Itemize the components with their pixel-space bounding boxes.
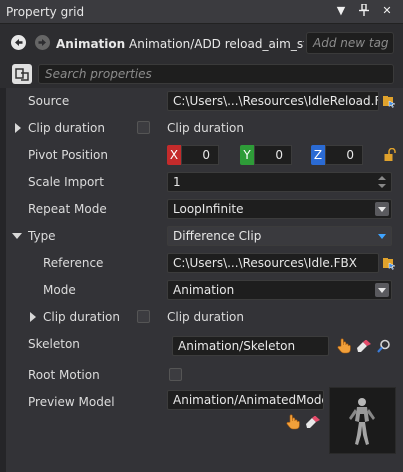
spinner-icon[interactable] [376,174,388,190]
lock-icon[interactable] [384,147,396,165]
expand-arrow-icon[interactable] [30,312,36,322]
root-motion-label: Root Motion [28,368,100,382]
clip-duration-value-label: Clip duration [167,121,244,135]
repeat-mode-value: LoopInfinite [173,202,244,216]
row-scale-import: Scale Import 1 [6,169,403,196]
find-icon[interactable] [377,339,391,353]
sub-clip-duration-value-label: Clip duration [167,310,244,324]
preview-model-label: Preview Model [28,395,115,409]
arrow-left-icon [15,39,23,46]
eraser-icon[interactable] [305,415,321,428]
hand-pointer-icon[interactable] [286,414,300,430]
back-button[interactable] [11,35,26,50]
mode-value: Animation [173,283,235,297]
preview-model-thumbnail[interactable] [329,387,396,454]
row-source: Source C:\Users\...\Resources\IdleReload… [6,88,403,115]
repeat-mode-label: Repeat Mode [28,202,107,216]
asset-type: Animation [56,37,126,51]
source-field[interactable]: C:\Users\...\Resources\IdleReload.FBX [167,91,379,111]
row-root-motion: Root Motion [6,362,403,389]
scale-import-input[interactable]: 1 [167,172,392,192]
type-label: Type [28,229,56,243]
folder-browse-icon[interactable] [382,256,396,270]
clip-duration-label: Clip duration [28,121,105,135]
skeleton-field[interactable]: Animation/Skeleton [172,336,329,356]
close-icon[interactable]: ✕ [380,4,394,18]
row-clip-duration: Clip duration Clip duration [6,115,403,142]
type-value: Difference Clip [173,229,262,243]
folder-browse-icon[interactable] [382,94,396,108]
panel-title: Property grid [6,5,85,19]
skeleton-label: Skeleton [28,337,80,351]
type-select[interactable]: Difference Clip [167,226,392,246]
mode-label: Mode [43,283,76,297]
source-label: Source [28,94,70,108]
chevron-down-icon [375,229,389,243]
row-mode: Mode Animation [6,277,403,304]
sub-clip-duration-label: Clip duration [43,310,120,324]
row-skeleton: Skeleton Animation/Skeleton [6,331,403,358]
pivot-x-input[interactable]: 0 [181,145,219,165]
repeat-mode-select[interactable]: LoopInfinite [167,199,392,219]
z-axis-label: Z [311,145,325,165]
row-repeat-mode: Repeat Mode LoopInfinite [6,196,403,223]
row-sub-clip-duration: Clip duration Clip duration [6,304,403,331]
pivot-z-input[interactable]: 0 [325,145,363,165]
y-axis-label: Y [240,145,254,165]
search-row: Search properties [0,61,403,87]
mode-select[interactable]: Animation [167,280,392,300]
hand-pointer-icon[interactable] [337,338,351,354]
pin-icon[interactable] [357,3,371,18]
expand-arrow-icon[interactable] [15,123,21,133]
panel-titlebar: Property grid ▼ ✕ [0,0,403,24]
add-tag-input[interactable]: Add new tag [306,32,394,54]
pivot-y-input[interactable]: 0 [254,145,292,165]
filter-toggle-icon[interactable] [12,64,32,84]
clip-duration-checkbox[interactable] [137,121,150,134]
sub-clip-duration-checkbox[interactable] [137,310,150,323]
pivot-position-label: Pivot Position [28,148,108,162]
chevron-down-icon[interactable]: ▼ [334,4,348,18]
reference-field[interactable]: C:\Users\...\Resources\Idle.FBX [167,253,379,273]
scale-import-value: 1 [173,175,181,189]
eraser-icon[interactable] [356,339,372,352]
arrow-right-icon [38,39,46,46]
scale-import-label: Scale Import [28,175,104,189]
search-input[interactable]: Search properties [38,64,394,84]
preview-model-field[interactable]: Animation/AnimatedModel [167,390,324,410]
row-reference: Reference C:\Users\...\Resources\Idle.FB… [6,250,403,277]
row-type: Type Difference Clip [6,223,403,250]
reference-label: Reference [43,256,104,270]
character-model-icon [349,398,375,445]
chevron-down-icon [375,202,389,216]
x-axis-label: X [167,145,181,165]
forward-button[interactable] [35,35,50,50]
collapse-arrow-icon[interactable] [12,233,22,239]
asset-path: Animation/ADD reload_aim_stan... [129,37,304,51]
row-pivot-position: Pivot Position X 0 Y 0 Z 0 [6,142,403,169]
root-motion-checkbox[interactable] [169,368,182,381]
chevron-down-icon [375,283,389,297]
asset-header: Animation Animation/ADD reload_aim_stan.… [0,25,403,61]
asset-title: Animation Animation/ADD reload_aim_stan.… [56,37,304,51]
